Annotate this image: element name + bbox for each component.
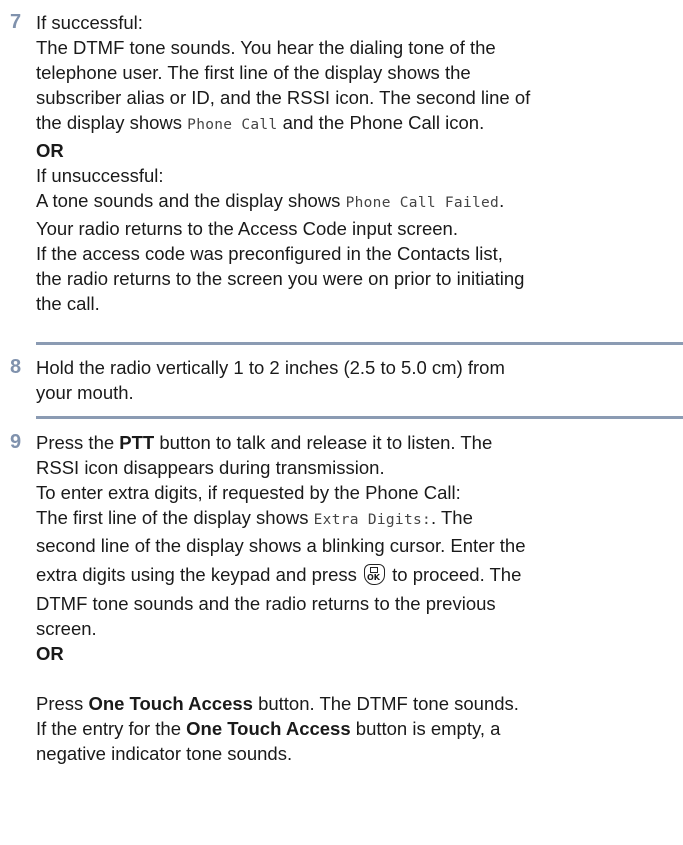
step-line: If the entry for the One Touch Access bu…: [36, 716, 675, 741]
step-line: screen.: [36, 618, 97, 639]
text: to proceed. The: [387, 564, 522, 585]
step-line: extra digits using the keypad and press …: [36, 558, 675, 591]
success-line: the display shows Phone Call and the Pho…: [36, 110, 675, 138]
step-line: The first line of the display shows Extr…: [36, 505, 675, 533]
step-number: 7: [10, 11, 22, 33]
step-line: your mouth.: [36, 382, 134, 403]
step-line: RSSI icon disappears during transmission…: [36, 457, 385, 478]
text: The first line of the display shows: [36, 507, 314, 528]
text: A tone sounds and the display shows: [36, 190, 346, 211]
fail-line: A tone sounds and the display shows Phon…: [36, 188, 675, 216]
step-line: To enter extra digits, if requested by t…: [36, 482, 461, 503]
ptt-button-name: PTT: [119, 432, 155, 453]
step-divider: [36, 342, 683, 345]
step-line: negative indicator tone sounds.: [36, 743, 293, 764]
ok-key-label: OK: [367, 573, 380, 582]
text: the display shows: [36, 112, 188, 133]
if-successful-label: If successful:: [36, 12, 143, 33]
step-line: Press One Touch Access button. The DTMF …: [36, 691, 675, 716]
text: . The: [431, 507, 473, 528]
step-line: DTMF tone sounds and the radio returns t…: [36, 593, 496, 614]
or-label: OR: [36, 643, 64, 664]
display-text-extra-digits: Extra Digits:: [313, 512, 432, 528]
text: .: [499, 190, 505, 211]
step-8-body: Hold the radio vertically 1 to 2 inches …: [36, 355, 675, 405]
step-9-body: Press the PTT button to talk and release…: [36, 430, 675, 766]
display-text-phone-call: Phone Call: [187, 117, 278, 133]
success-line: The DTMF tone sounds. You hear the diali…: [36, 37, 496, 58]
one-touch-access-name: One Touch Access: [186, 718, 351, 739]
fail-line: the radio returns to the screen you were…: [36, 268, 525, 289]
fail-line: Your radio returns to the Access Code in…: [36, 218, 458, 239]
success-line: subscriber alias or ID, and the RSSI ico…: [36, 87, 531, 108]
step-line: Hold the radio vertically 1 to 2 inches …: [36, 357, 505, 378]
step-number: 8: [10, 356, 22, 378]
display-text-phone-call-failed: Phone Call Failed: [345, 195, 500, 211]
success-line: telephone user. The first line of the di…: [36, 62, 471, 83]
ok-key-icon: OK: [364, 564, 385, 585]
step-line: second line of the display shows a blink…: [36, 535, 526, 556]
step-number: 9: [10, 431, 22, 453]
or-label: OR: [36, 140, 64, 161]
text: Press: [36, 693, 89, 714]
step-7-body: If successful: The DTMF tone sounds. You…: [36, 10, 675, 316]
text: Press the: [36, 432, 120, 453]
text: extra digits using the keypad and press: [36, 564, 362, 585]
step-divider: [36, 416, 683, 419]
fail-line: the call.: [36, 293, 100, 314]
text: and the Phone Call icon.: [277, 112, 485, 133]
fail-line: If the access code was preconfigured in …: [36, 243, 503, 264]
text: button. The DTMF tone sounds.: [252, 693, 519, 714]
text: button to talk and release it to listen.…: [154, 432, 493, 453]
text: If the entry for the: [36, 718, 187, 739]
one-touch-access-name: One Touch Access: [88, 693, 253, 714]
if-unsuccessful-label: If unsuccessful:: [36, 165, 164, 186]
text: button is empty, a: [350, 718, 501, 739]
step-line: Press the PTT button to talk and release…: [36, 430, 675, 455]
